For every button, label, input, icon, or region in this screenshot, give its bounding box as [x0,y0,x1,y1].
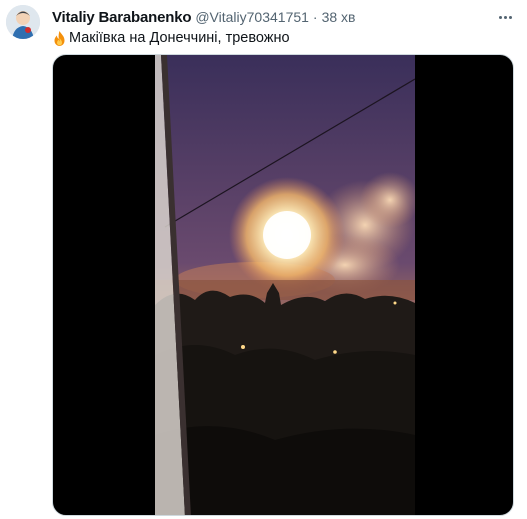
fire-emoji-icon [54,30,65,46]
tweet-header: Vitaliy Barabanenko @Vitaliy70341751 · 3… [52,7,472,27]
author-name[interactable]: Vitaliy Barabanenko [52,9,192,26]
avatar[interactable] [6,5,40,39]
tweet[interactable]: Vitaliy Barabanenko @Vitaliy70341751 · 3… [0,0,527,519]
video-frame[interactable] [155,55,415,515]
author-handle[interactable]: @Vitaliy70341751 [195,9,309,25]
timestamp[interactable]: 38 хв [322,9,356,25]
more-options-icon[interactable] [493,6,517,28]
media-container[interactable] [52,54,514,516]
separator-dot: · [312,9,318,25]
tweet-text: Макіївка на Донеччині, тревожно [69,30,290,46]
tweet-text-row: Макіївка на Донеччині, тревожно [52,28,492,48]
avatar-image [6,5,40,39]
video-thumbnail [155,55,415,515]
